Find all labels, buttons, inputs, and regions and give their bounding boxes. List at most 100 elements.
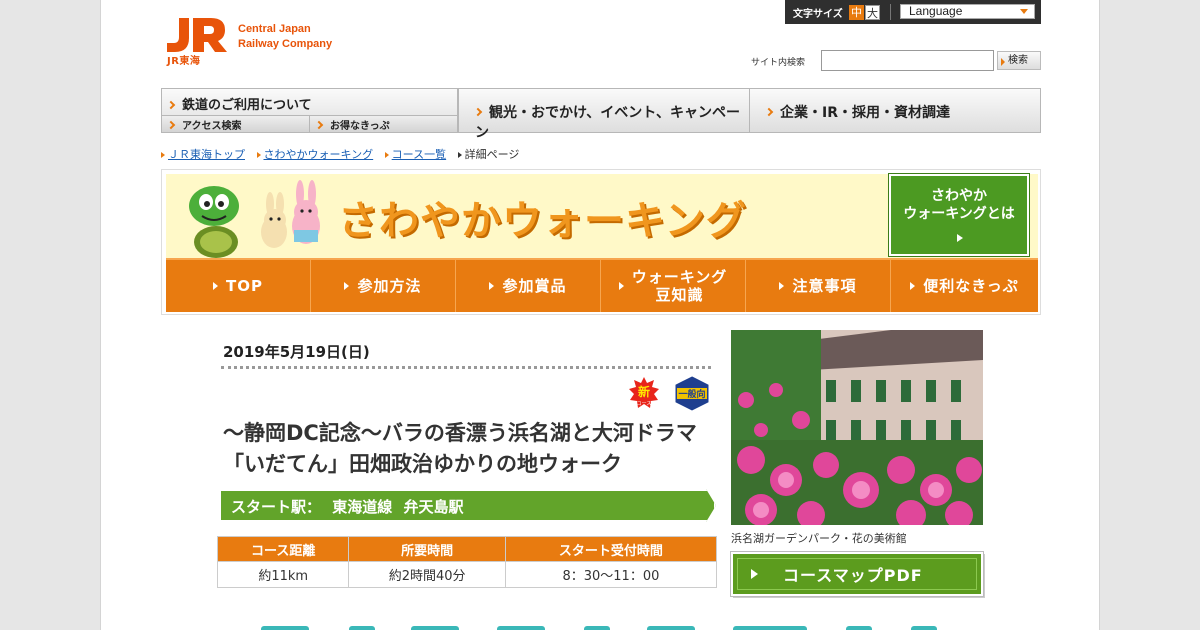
cut-off-shape	[261, 626, 309, 630]
banner-nav-trivia[interactable]: ウォーキング 豆知識	[601, 260, 746, 312]
nav-label: 鉄道のご利用について	[182, 98, 312, 113]
start-station: 弁天島駅	[403, 498, 464, 516]
breadcrumb-link-sawayaka[interactable]: さわやかウォーキング	[264, 146, 374, 162]
about-line-2: ウォーキングとは	[903, 206, 1015, 222]
chevron-right-icon	[166, 120, 176, 130]
chevron-right-icon	[473, 107, 483, 117]
banner-header: さわやかウォーキング さわやか ウォーキングとは	[166, 174, 1038, 258]
caret-right-icon	[457, 152, 462, 158]
cut-off-shape	[733, 626, 807, 630]
site-search-label: サイト内検索	[751, 58, 806, 68]
table-cell-distance: 約11km	[216, 561, 350, 588]
cut-off-shape	[411, 626, 459, 630]
font-size-large-button[interactable]: 大	[865, 5, 880, 20]
cut-off-shape	[349, 626, 375, 630]
mascot-characters-icon	[189, 180, 320, 258]
garden-photo	[731, 330, 983, 525]
triangle-right-icon	[618, 282, 624, 290]
cut-off-shape	[647, 626, 695, 630]
button-border	[737, 558, 977, 590]
banner-nav-label: ウォーキング 豆知識	[631, 268, 728, 304]
banner-nav-top[interactable]: TOP	[166, 260, 311, 312]
banner-nav-howto[interactable]: 参加方法	[311, 260, 456, 312]
cut-off-content	[251, 626, 971, 630]
breadcrumb-link-course-list[interactable]: コース一覧	[392, 146, 446, 162]
start-line: 東海道線	[332, 498, 393, 516]
triangle-right-icon	[489, 282, 495, 290]
table-header: スタート受付時間	[504, 536, 718, 562]
svg-text:一般向: 一般向	[678, 388, 705, 400]
divider	[890, 4, 891, 20]
table-header-row: コース距離 所要時間 スタート受付時間	[216, 536, 718, 562]
banner-nav-label: 便利なきっぷ	[923, 277, 1019, 295]
language-select[interactable]: Language	[900, 4, 1035, 19]
play-triangle-icon	[957, 234, 963, 242]
banner-nav-tickets[interactable]: 便利なきっぷ	[891, 260, 1038, 312]
logo-sub-text: JR東海	[167, 56, 201, 67]
triangle-right-icon	[213, 282, 218, 290]
jr-central-logo[interactable]: JR東海 Central Japan Railway Company	[165, 16, 355, 67]
svg-text:コース: コース	[637, 401, 652, 407]
triangle-right-icon	[751, 569, 758, 579]
divider	[221, 366, 711, 369]
banner-nav-label: 参加賞品	[502, 277, 567, 295]
language-select-value: Language	[909, 4, 963, 18]
cut-off-shape	[846, 626, 872, 630]
nav-corporate[interactable]: 企業・IR・採用・資材調達	[750, 89, 1040, 132]
svg-text:新: 新	[638, 384, 650, 399]
banner-title: さわやかウォーキング	[338, 198, 747, 244]
table-header: コース距離	[216, 536, 350, 562]
caret-right-icon	[384, 152, 389, 158]
photo-caption: 浜名湖ガーデンパーク・花の美術館	[731, 532, 907, 545]
font-size-medium-button[interactable]: 中	[849, 5, 864, 20]
chevron-right-icon	[314, 120, 324, 130]
breadcrumb: ＪＲ東海トップ さわやかウォーキング コース一覧 詳細ページ	[161, 146, 527, 162]
banner-nav-notes[interactable]: 注意事項	[746, 260, 891, 312]
logo-brand-text: Central Japan Railway Company	[238, 23, 333, 50]
nav-label: アクセス検索	[182, 121, 242, 132]
table-cell-reception-time: 8：30～11：00	[504, 561, 718, 588]
global-nav: 鉄道のご利用について アクセス検索 お得なきっぷ 観光・おでかけ、イベント、キャ…	[161, 88, 1041, 141]
banner-nav-prizes[interactable]: 参加賞品	[456, 260, 601, 312]
chevron-down-icon	[1020, 9, 1028, 14]
chevron-right-icon	[764, 107, 774, 117]
nav-label: お得なきっぷ	[330, 121, 390, 132]
course-map-pdf-button[interactable]: コースマップPDF	[731, 552, 983, 596]
search-button[interactable]: 検索	[997, 51, 1041, 70]
chevron-right-icon	[166, 100, 176, 109]
start-label: スタート駅：	[231, 498, 322, 516]
course-title: ～静岡DC記念～バラの香漂う浜名湖と大河ドラマ「いだてん」田畑政治ゆかりの地ウォ…	[223, 421, 697, 476]
caret-right-icon	[161, 152, 165, 158]
table-row: 約11km 約2時間40分 8：30～11：00	[216, 561, 718, 588]
font-size-label: 文字サイズ	[793, 9, 843, 20]
general-level-badge-icon: 一般向	[675, 376, 709, 411]
new-course-badge-icon: 新 コース	[629, 377, 659, 408]
about-walking-button[interactable]: さわやか ウォーキングとは	[889, 174, 1029, 256]
banner-nav-label: TOP	[226, 277, 263, 295]
breadcrumb-link-jr-top[interactable]: ＪＲ東海トップ	[168, 146, 245, 162]
breadcrumb-current: 詳細ページ	[464, 148, 520, 161]
course-info-table: コース距離 所要時間 スタート受付時間 約11km 約2時間40分 8：30～1…	[216, 536, 718, 588]
cut-off-shape	[584, 626, 610, 630]
caret-right-icon	[256, 152, 261, 158]
triangle-right-icon	[910, 282, 916, 290]
search-input[interactable]	[821, 50, 994, 71]
nav-discount-tickets[interactable]: お得なきっぷ	[310, 116, 458, 132]
banner-nav: TOP 参加方法 参加賞品 ウォーキング 豆知識 注意事項 便利なきっぷ	[166, 258, 1038, 312]
cut-off-shape	[911, 626, 937, 630]
start-station-bar: スタート駅： 東海道線 弁天島駅	[219, 489, 716, 522]
banner-nav-label: 注意事項	[792, 277, 857, 295]
nav-label: 観光・おでかけ、イベント、キャンペーン	[475, 105, 741, 141]
triangle-right-icon	[779, 282, 785, 290]
about-line-1: さわやか	[931, 188, 987, 204]
nav-rail-usage[interactable]: 鉄道のご利用について	[162, 89, 458, 116]
triangle-right-icon	[344, 282, 350, 290]
cut-off-shape	[497, 626, 545, 630]
table-header: 所要時間	[348, 536, 506, 562]
nav-access-search[interactable]: アクセス検索	[162, 116, 310, 132]
page-container: JR東海 Central Japan Railway Company 文字サイズ…	[100, 0, 1100, 630]
utility-bar: 文字サイズ 中 大 Language	[785, 0, 1041, 24]
walking-banner: さわやかウォーキング さわやか ウォーキングとは TOP 参加方法 参加賞品 ウ…	[161, 169, 1041, 315]
nav-tourism-events[interactable]: 観光・おでかけ、イベント、キャンペーン	[458, 89, 750, 141]
event-date: 2019年5月19日(日)	[223, 343, 370, 361]
